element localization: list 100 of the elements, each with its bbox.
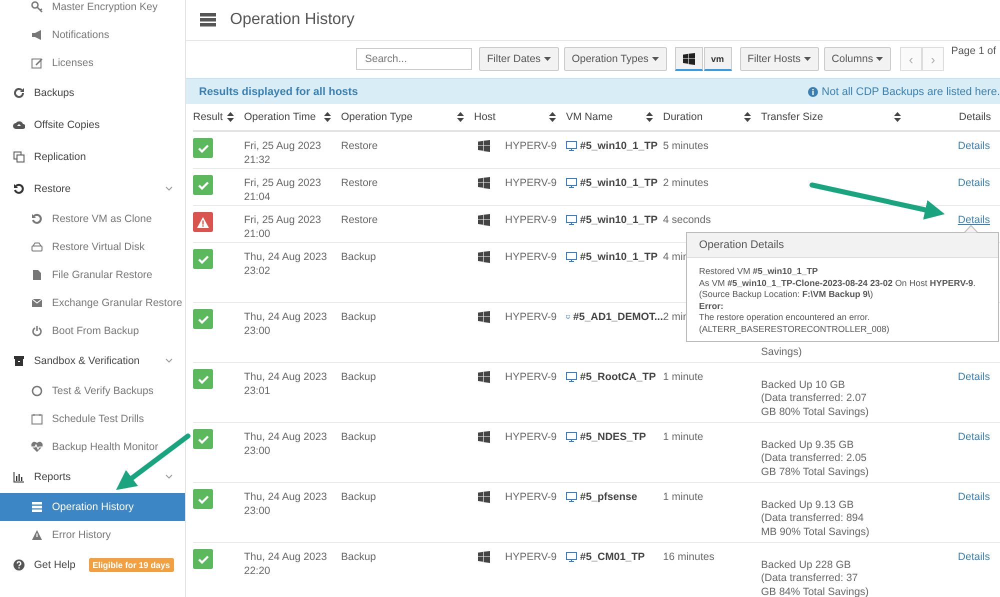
sidebar-item[interactable]: Schedule Test Drills bbox=[0, 405, 185, 433]
details-link[interactable]: Details bbox=[911, 370, 1000, 384]
search-field[interactable]: Search... bbox=[356, 48, 472, 70]
column-header[interactable]: Transfer Size bbox=[761, 111, 824, 123]
monitor-icon bbox=[566, 372, 577, 382]
sidebar-item[interactable]: Operation History bbox=[0, 493, 185, 521]
megaphone-icon bbox=[31, 29, 43, 41]
sidebar-item[interactable]: Backups bbox=[0, 77, 185, 109]
sidebar-item[interactable]: Boot From Backup bbox=[0, 317, 185, 345]
sidebar-item[interactable]: Exchange Granular Restore bbox=[0, 289, 185, 317]
page-label: Page 1 of bbox=[951, 45, 996, 57]
details-link[interactable]: Details bbox=[911, 213, 1000, 227]
sidebar-item[interactable]: Master Encryption Key bbox=[0, 0, 185, 21]
host-name: HYPERV-9 bbox=[505, 250, 557, 264]
sidebar-item[interactable]: Sandbox & Verification bbox=[0, 345, 185, 377]
column-header[interactable]: Details bbox=[958, 111, 991, 123]
cloud-upload-icon bbox=[13, 119, 25, 131]
monitor-icon bbox=[566, 252, 577, 262]
transfer-size: Backed Up 10 GB (Data transferred: 2.07 GB 80% Total Savings) bbox=[761, 378, 869, 418]
column-header[interactable]: Operation Time bbox=[244, 111, 316, 123]
column-header[interactable]: VM Name bbox=[566, 111, 613, 123]
windows-icon bbox=[478, 251, 490, 263]
vm-name: #5_CM01_TP bbox=[580, 550, 645, 564]
warning-icon bbox=[31, 529, 43, 541]
heartbeat-icon bbox=[31, 441, 43, 453]
sidebar-item[interactable]: Restore bbox=[0, 173, 185, 205]
sidebar-item[interactable]: File Granular Restore bbox=[0, 261, 185, 289]
page-title: Operation History bbox=[230, 11, 354, 29]
key-icon bbox=[31, 1, 43, 13]
column-header[interactable]: Result bbox=[193, 111, 223, 123]
column-header[interactable]: Operation Type bbox=[341, 111, 413, 123]
sidebar-item[interactable]: Error History bbox=[0, 521, 185, 549]
sidebar-item[interactable]: Restore Virtual Disk bbox=[0, 233, 185, 261]
filter-hosts-button[interactable]: Filter Hosts bbox=[740, 47, 819, 71]
vm-name: #5_win10_1_TP bbox=[580, 139, 658, 153]
refresh-icon bbox=[13, 87, 25, 99]
details-link[interactable]: Details bbox=[911, 139, 1000, 153]
next-page-button[interactable]: › bbox=[922, 47, 944, 71]
platform-toggle[interactable] bbox=[674, 47, 703, 71]
previous-page-button[interactable]: ‹ bbox=[900, 47, 922, 71]
platform-toggle[interactable]: vm bbox=[704, 47, 732, 71]
error-label: Error: bbox=[699, 300, 724, 312]
vm-name: #5_NDES_TP bbox=[580, 430, 646, 444]
details-link[interactable]: Details bbox=[911, 430, 1000, 444]
info-note: Not all CDP Backups are listed here. bbox=[822, 86, 1000, 98]
popover-text: As VM #5_win10_1_TP-Clone-2023-08-24 23-02 On Host HYPERV-9. bbox=[699, 278, 977, 289]
calendar-icon bbox=[31, 413, 43, 425]
operation-time: Thu, 24 Aug 2023 23:00 bbox=[244, 491, 327, 517]
operation-time: Fri, 25 Aug 2023 21:32 bbox=[244, 140, 322, 166]
details-link[interactable]: Details bbox=[911, 176, 1000, 190]
operation-type: Restore bbox=[341, 140, 378, 152]
power-icon bbox=[31, 325, 43, 337]
sidebar-item[interactable]: Get Help Eligible for 19 days bbox=[0, 549, 185, 581]
column-header[interactable]: Host bbox=[474, 111, 496, 123]
vm-name: #5_RootCA_TP bbox=[580, 370, 656, 384]
sidebar-item[interactable]: Licenses bbox=[0, 49, 185, 77]
popover-text: (ALTERR_BASERESTORECONTROLLER_008) bbox=[699, 324, 890, 335]
sidebar-item[interactable]: Replication bbox=[0, 141, 185, 173]
transfer-size: Backed Up 228 GB (Data transferred: 37 GB 84% Total Savings) bbox=[761, 558, 869, 597]
operation-types-button[interactable]: Operation Types bbox=[564, 47, 667, 71]
operation-type: Backup bbox=[341, 431, 376, 443]
duration: 2 minutes bbox=[663, 177, 709, 189]
windows-icon bbox=[478, 140, 490, 152]
sidebar-item[interactable]: Offsite Copies bbox=[0, 109, 185, 141]
popover-text: (Source Backup Location: F:\VM Backup 9\) bbox=[699, 289, 874, 300]
copy-icon bbox=[13, 151, 25, 163]
operation-type: Restore bbox=[341, 177, 378, 189]
monitor-icon bbox=[566, 215, 577, 225]
host-name: HYPERV-9 bbox=[505, 213, 557, 227]
monitor-icon bbox=[566, 432, 577, 442]
sidebar-item[interactable]: Test & Verify Backups bbox=[0, 377, 185, 405]
filter-dates-button[interactable]: Filter Dates bbox=[479, 47, 559, 71]
duration: 5 minutes bbox=[663, 140, 709, 152]
details-link[interactable]: Details bbox=[911, 490, 1000, 504]
operation-type: Backup bbox=[341, 491, 376, 503]
operation-time: Thu, 24 Aug 2023 23:00 bbox=[244, 431, 327, 457]
host-name: HYPERV-9 bbox=[505, 370, 557, 384]
undo-icon bbox=[13, 183, 25, 195]
duration: 1 minute bbox=[663, 431, 704, 443]
sidebar-item[interactable]: Restore VM as Clone bbox=[0, 205, 185, 233]
details-link[interactable]: Details bbox=[911, 550, 1000, 564]
info-message: Results displayed for all hosts bbox=[199, 86, 358, 98]
sidebar-item[interactable]: Backup Health Monitor bbox=[0, 433, 185, 461]
windows-icon bbox=[478, 371, 490, 383]
monitor-icon bbox=[566, 552, 577, 562]
host-name: HYPERV-9 bbox=[505, 430, 557, 444]
operation-type: Backup bbox=[341, 251, 376, 263]
sidebar-item[interactable]: Reports bbox=[0, 461, 185, 493]
column-header[interactable]: Duration bbox=[663, 111, 703, 123]
transfer-size: Backed Up 9.13 GB (Data transferred: 894 MB 90% Total Savings) bbox=[761, 498, 870, 538]
chevron-icon bbox=[165, 358, 173, 364]
caret-icon bbox=[544, 57, 551, 61]
monitor-icon bbox=[566, 312, 570, 322]
caret-icon bbox=[652, 57, 659, 61]
sidebar-item[interactable]: Notifications bbox=[0, 21, 185, 49]
columns-button[interactable]: Columns bbox=[824, 47, 892, 71]
operation-type: Backup bbox=[341, 311, 376, 323]
transfer-size: Savings) bbox=[761, 346, 802, 358]
list-icon bbox=[200, 13, 216, 27]
edit-icon bbox=[31, 57, 43, 69]
